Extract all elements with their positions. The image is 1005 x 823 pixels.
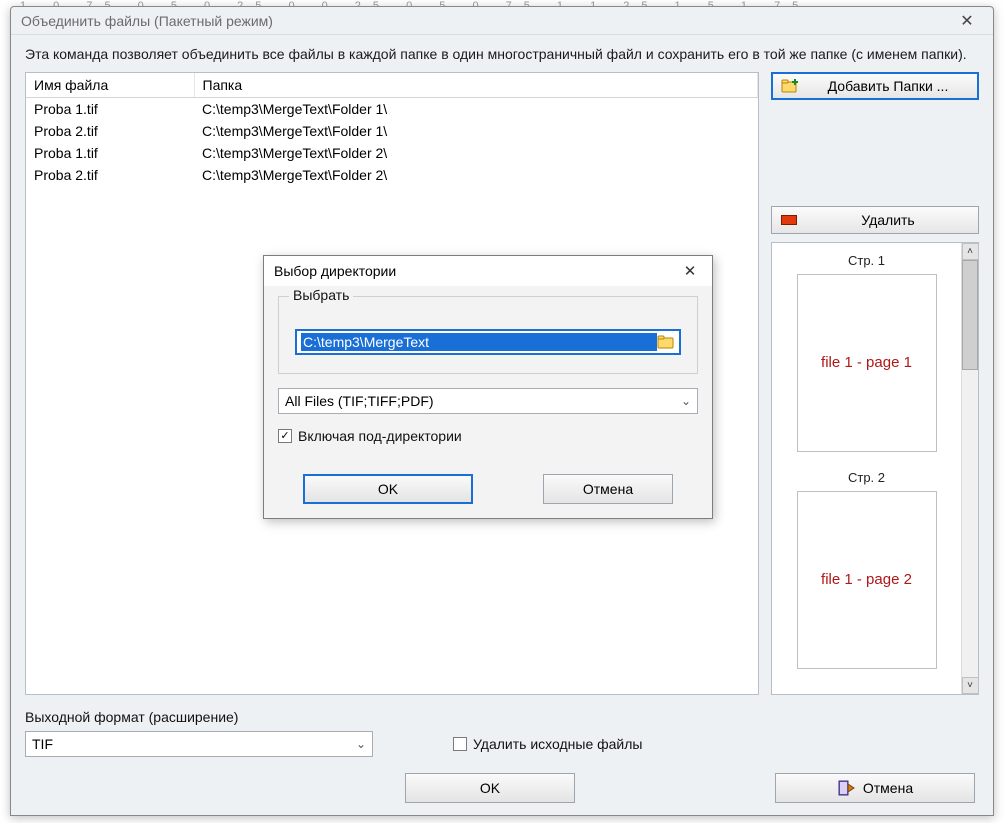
- dialog-cancel-button[interactable]: Отмена: [543, 474, 673, 504]
- exit-door-icon: [837, 779, 855, 797]
- preview-page-thumb: file 1 - page 2: [797, 491, 937, 669]
- file-filter-select[interactable]: All Files (TIF;TIFF;PDF) ⌄: [278, 388, 698, 414]
- table-row[interactable]: Proba 1.tif C:\temp3\MergeText\Folder 2\: [26, 142, 758, 164]
- scroll-up-icon[interactable]: ˄: [962, 243, 979, 260]
- preview-page-thumb: file 1 - page 1: [797, 274, 937, 452]
- window-titlebar: Объединить файлы (Пакетный режим) ✕: [11, 7, 993, 35]
- directory-path-value: C:\temp3\MergeText: [301, 333, 657, 351]
- window-close-button[interactable]: ✕: [947, 9, 987, 33]
- choose-group-legend: Выбрать: [289, 287, 353, 303]
- chevron-down-icon: ⌄: [681, 394, 691, 408]
- folder-add-icon: [781, 77, 799, 95]
- cell-name: Proba 2.tif: [26, 164, 194, 186]
- col-header-name[interactable]: Имя файла: [26, 73, 194, 98]
- cell-folder: C:\temp3\MergeText\Folder 1\: [194, 120, 758, 142]
- main-ok-button[interactable]: OK: [405, 773, 575, 803]
- dialog-title: Выбор директории: [274, 263, 674, 279]
- checkbox-checked-icon: [278, 429, 292, 443]
- output-format-label: Выходной формат (расширение): [25, 709, 979, 725]
- chevron-down-icon: ⌄: [356, 737, 366, 751]
- dialog-titlebar: Выбор директории ✕: [264, 256, 712, 286]
- cell-name: Proba 1.tif: [26, 98, 194, 120]
- include-subdirs-label: Включая под-директории: [298, 428, 462, 444]
- dialog-cancel-label: Отмена: [583, 481, 633, 497]
- dialog-ok-button[interactable]: OK: [303, 474, 473, 504]
- cell-folder: C:\temp3\MergeText\Folder 1\: [194, 98, 758, 120]
- preview-panel: Стр. 1 file 1 - page 1 Стр. 2 file 1 - p…: [771, 242, 979, 695]
- delete-source-label: Удалить исходные файлы: [473, 736, 642, 752]
- cell-folder: C:\temp3\MergeText\Folder 2\: [194, 164, 758, 186]
- cell-name: Proba 2.tif: [26, 120, 194, 142]
- description-text: Эта команда позволяет объединить все фай…: [25, 45, 979, 64]
- scroll-down-icon[interactable]: ˅: [962, 677, 979, 694]
- preview-scrollbar[interactable]: ˄ ˅: [961, 243, 978, 694]
- col-header-folder[interactable]: Папка: [194, 73, 758, 98]
- browse-folder-icon[interactable]: [657, 335, 675, 349]
- scroll-thumb[interactable]: [962, 260, 978, 370]
- main-cancel-label: Отмена: [863, 780, 913, 796]
- merge-files-window: Объединить файлы (Пакетный режим) ✕ Эта …: [10, 6, 994, 816]
- include-subdirs-checkbox[interactable]: Включая под-директории: [278, 428, 698, 444]
- cell-folder: C:\temp3\MergeText\Folder 2\: [194, 142, 758, 164]
- directory-path-input[interactable]: C:\temp3\MergeText: [295, 329, 681, 355]
- delete-button[interactable]: Удалить: [771, 206, 979, 234]
- window-title: Объединить файлы (Пакетный режим): [21, 13, 947, 29]
- preview-page-label: Стр. 2: [848, 470, 885, 485]
- close-icon: ✕: [960, 11, 973, 31]
- dialog-ok-label: OK: [378, 481, 398, 497]
- file-filter-value: All Files (TIF;TIFF;PDF): [285, 393, 434, 409]
- preview-page[interactable]: Стр. 1 file 1 - page 1: [797, 253, 937, 452]
- main-ok-label: OK: [480, 780, 500, 796]
- output-format-value: TIF: [32, 736, 53, 752]
- preview-page[interactable]: Стр. 2 file 1 - page 2: [797, 470, 937, 669]
- main-cancel-button[interactable]: Отмена: [775, 773, 975, 803]
- delete-icon: [780, 211, 798, 229]
- close-icon: ✕: [684, 262, 697, 280]
- delete-label: Удалить: [806, 212, 970, 228]
- checkbox-icon: [453, 737, 467, 751]
- delete-source-checkbox[interactable]: Удалить исходные файлы: [453, 736, 642, 752]
- table-row[interactable]: Proba 2.tif C:\temp3\MergeText\Folder 1\: [26, 120, 758, 142]
- dialog-close-button[interactable]: ✕: [674, 260, 706, 282]
- preview-page-label: Стр. 1: [848, 253, 885, 268]
- table-row[interactable]: Proba 2.tif C:\temp3\MergeText\Folder 2\: [26, 164, 758, 186]
- add-folders-label: Добавить Папки ...: [807, 78, 969, 94]
- table-row[interactable]: Proba 1.tif C:\temp3\MergeText\Folder 1\: [26, 98, 758, 120]
- choose-directory-dialog: Выбор директории ✕ Выбрать C:\temp3\Merg…: [263, 255, 713, 519]
- output-format-select[interactable]: TIF ⌄: [25, 731, 373, 757]
- cell-name: Proba 1.tif: [26, 142, 194, 164]
- choose-group: Выбрать C:\temp3\MergeText: [278, 296, 698, 374]
- add-folders-button[interactable]: Добавить Папки ...: [771, 72, 979, 100]
